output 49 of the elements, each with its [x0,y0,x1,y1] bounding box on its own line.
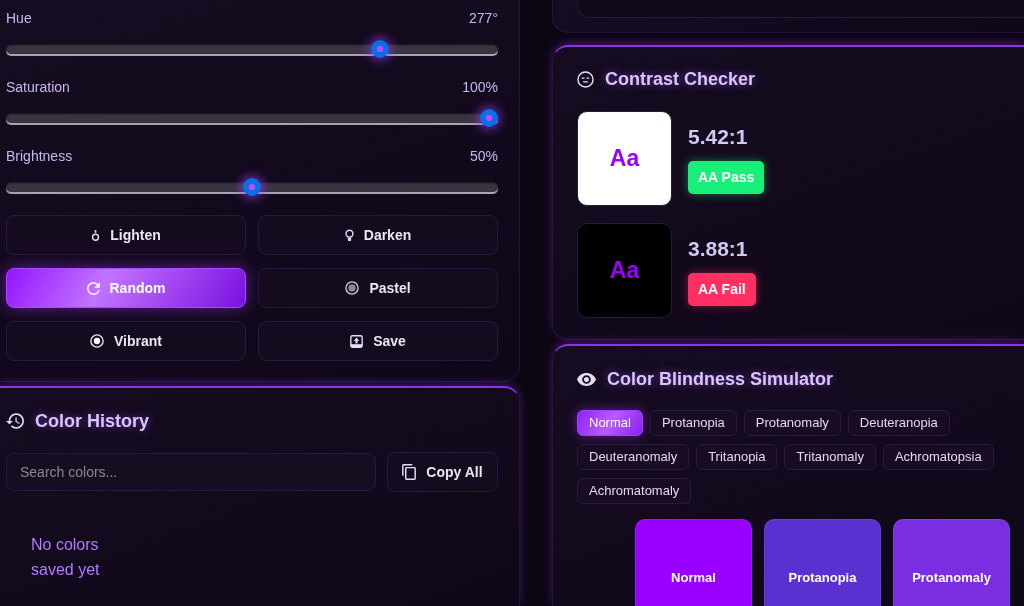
action-button[interactable]: Random [6,268,246,308]
mode-tab[interactable]: Tritanomaly [784,444,876,470]
mode-tab[interactable]: Deuteranopia [847,410,950,436]
swatch-label: Normal [671,570,716,586]
mode-tab[interactable]: Achromatomaly [577,478,692,504]
mode-tab[interactable]: Normal [577,410,643,436]
panel-title: Color Blindness Simulator [607,368,834,391]
contrast-sample: Aa [577,223,672,318]
contrast-ratio: 5.42:1 [688,124,748,150]
search-field[interactable]: Search colors... [6,453,376,491]
mode-tab[interactable]: Tritanopia [696,444,778,470]
copy-icon [402,464,417,480]
slider-label: Saturation [6,78,70,97]
ring-dot-icon [90,334,104,348]
save-icon [350,334,364,348]
swatch-label: Protanomaly [912,570,991,586]
lamp-icon [91,228,101,242]
bulb-icon [344,228,354,242]
action-button[interactable]: Lighten [6,215,246,255]
panel-title: Color History [35,410,149,433]
mode-tab[interactable]: Achromatopsia [882,444,994,470]
slider-thumb[interactable] [370,40,389,58]
mode-tab[interactable]: Protanomaly [743,410,841,436]
mode-tab[interactable]: Deuteranomaly [577,444,690,470]
mode-tab[interactable]: Protanopia [649,410,737,436]
action-button[interactable]: Vibrant [6,321,246,361]
filled-circle-icon [345,281,360,295]
contrast-ratio: 3.88:1 [688,236,748,262]
result-badge: AA Pass [688,161,765,194]
slider-thumb[interactable] [243,178,261,196]
slider-value: 50% [469,147,498,166]
slider-value: 277° [469,9,498,28]
action-button[interactable]: Pastel [258,268,498,308]
refresh-icon [86,281,100,295]
slider-value: 100% [462,78,498,97]
panel-title: Contrast Checker [605,68,756,91]
slider-thumb[interactable] [480,109,498,127]
slider-label: Hue [6,9,32,28]
empty-message: No colors saved yet [31,535,101,580]
copy-all-button[interactable]: Copy All [387,452,498,492]
history-icon [6,413,24,429]
swatch-label: Protanopia [788,570,857,586]
circle-lines-icon [577,70,594,88]
action-button[interactable]: Darken [258,215,498,255]
slider-label: Brightness [6,147,73,166]
contrast-sample: Aa [577,111,672,206]
result-badge: AA Fail [688,273,756,306]
action-button[interactable]: Save [258,321,498,361]
eye-icon [577,372,596,386]
